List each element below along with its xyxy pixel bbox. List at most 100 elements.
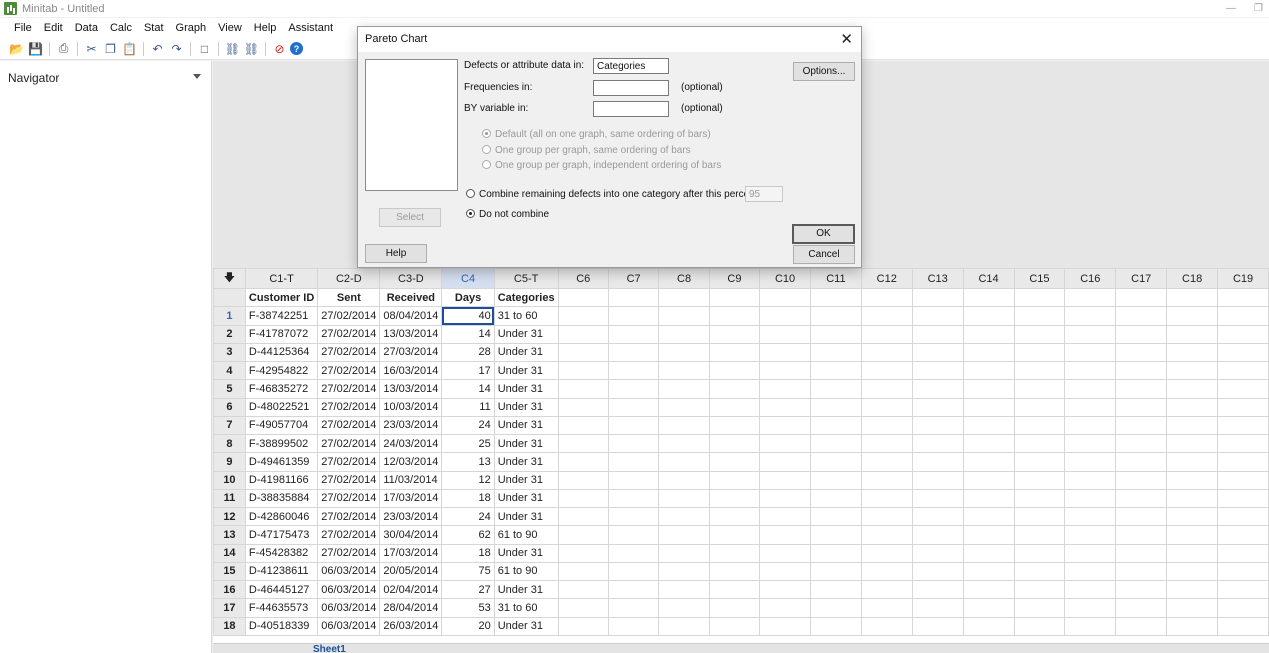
table-cell[interactable] <box>1217 579 1269 600</box>
table-cell[interactable] <box>658 324 710 344</box>
table-cell[interactable] <box>607 452 660 472</box>
table-cell[interactable] <box>607 415 660 436</box>
column-header[interactable]: C8 <box>658 268 710 289</box>
table-cell[interactable] <box>1217 324 1269 344</box>
table-cell[interactable] <box>1115 598 1168 618</box>
table-cell[interactable]: Under 31 <box>493 616 559 636</box>
row-number[interactable]: 15 <box>213 561 246 582</box>
table-cell[interactable] <box>557 324 609 344</box>
table-cell[interactable] <box>860 415 913 436</box>
column-header[interactable]: C13 <box>911 268 964 289</box>
open-folder-icon[interactable]: 📂 <box>8 40 25 57</box>
table-cell[interactable] <box>708 306 761 326</box>
table-cell[interactable] <box>810 397 862 417</box>
table-cell[interactable] <box>911 561 964 582</box>
column-header[interactable]: C19 <box>1217 268 1269 289</box>
cancel-button[interactable]: Cancel <box>793 245 855 264</box>
menu-data[interactable]: Data <box>69 22 104 34</box>
table-cell[interactable] <box>759 525 812 545</box>
table-cell[interactable]: Under 31 <box>493 415 559 436</box>
table-cell[interactable] <box>810 561 862 582</box>
menu-graph[interactable]: Graph <box>170 22 213 34</box>
table-cell[interactable] <box>911 506 964 527</box>
table-cell[interactable] <box>1217 543 1269 563</box>
table-cell[interactable] <box>1064 397 1117 417</box>
table-cell[interactable] <box>911 324 964 344</box>
table-cell[interactable] <box>1013 470 1066 490</box>
table-cell[interactable] <box>607 306 660 326</box>
table-cell[interactable] <box>708 397 761 417</box>
table-cell[interactable]: F-38742251 <box>244 306 319 326</box>
table-cell[interactable] <box>860 306 913 326</box>
table-cell[interactable] <box>911 488 964 509</box>
table-cell[interactable] <box>708 324 761 344</box>
table-cell[interactable] <box>607 379 660 399</box>
table-cell[interactable] <box>1013 506 1066 527</box>
table-cell[interactable] <box>911 342 964 363</box>
table-cell[interactable] <box>607 561 660 582</box>
table-cell[interactable] <box>1217 306 1269 326</box>
table-cell[interactable] <box>658 306 710 326</box>
table-cell[interactable] <box>1166 488 1219 509</box>
table-cell[interactable]: Under 31 <box>493 433 559 454</box>
table-cell[interactable] <box>962 470 1015 490</box>
table-cell[interactable] <box>607 543 660 563</box>
table-cell[interactable] <box>607 324 660 344</box>
table-cell[interactable] <box>810 488 862 509</box>
table-cell[interactable] <box>1115 525 1168 545</box>
table-cell[interactable] <box>962 561 1015 582</box>
table-cell[interactable]: D-48022521 <box>244 397 319 417</box>
table-cell[interactable] <box>1166 306 1219 326</box>
table-cell[interactable] <box>607 488 660 509</box>
table-cell[interactable] <box>1217 397 1269 417</box>
table-cell[interactable] <box>860 543 913 563</box>
table-cell[interactable]: 11/03/2014 <box>379 470 443 490</box>
row-number[interactable]: 18 <box>213 616 246 636</box>
table-cell[interactable]: 31 to 60 <box>493 598 559 618</box>
help-button[interactable]: Help <box>365 244 427 263</box>
table-cell[interactable]: 27/02/2014 <box>317 525 381 545</box>
table-cell[interactable] <box>860 397 913 417</box>
table-cell[interactable] <box>810 306 862 326</box>
table-cell[interactable] <box>607 506 660 527</box>
column-header[interactable]: C12 <box>860 268 913 289</box>
table-cell[interactable] <box>658 506 710 527</box>
column-name[interactable] <box>860 287 913 308</box>
menu-calc[interactable]: Calc <box>104 22 138 34</box>
table-cell[interactable] <box>1217 525 1269 545</box>
table-cell[interactable] <box>658 616 710 636</box>
table-cell[interactable]: Under 31 <box>493 506 559 527</box>
column-name[interactable]: Received <box>379 287 443 308</box>
table-cell[interactable]: 27/02/2014 <box>317 543 381 563</box>
table-cell[interactable]: 31 to 60 <box>493 306 559 326</box>
table-cell[interactable] <box>658 342 710 363</box>
menu-file[interactable]: File <box>8 22 38 34</box>
table-cell[interactable]: Under 31 <box>493 452 559 472</box>
column-name[interactable]: Categories <box>493 287 559 308</box>
table-cell[interactable] <box>1013 561 1066 582</box>
table-cell[interactable] <box>557 561 609 582</box>
column-header[interactable]: C1-T <box>244 268 319 289</box>
table-cell[interactable]: 06/03/2014 <box>317 616 381 636</box>
table-cell[interactable]: 17/03/2014 <box>379 488 443 509</box>
table-cell[interactable] <box>1166 360 1219 381</box>
table-cell[interactable]: 12 <box>441 470 495 490</box>
ok-button[interactable]: OK <box>792 224 855 244</box>
table-cell[interactable]: 06/03/2014 <box>317 579 381 600</box>
save-icon[interactable]: 💾 <box>27 40 44 57</box>
table-cell[interactable] <box>1115 306 1168 326</box>
table-cell[interactable] <box>557 342 609 363</box>
table-cell[interactable]: 24 <box>441 506 495 527</box>
table-cell[interactable] <box>860 579 913 600</box>
table-cell[interactable]: 23/03/2014 <box>379 415 443 436</box>
table-cell[interactable] <box>911 397 964 417</box>
table-cell[interactable]: Under 31 <box>493 342 559 363</box>
column-name[interactable] <box>962 287 1015 308</box>
table-cell[interactable] <box>911 598 964 618</box>
table-cell[interactable] <box>557 598 609 618</box>
table-cell[interactable]: 75 <box>441 561 495 582</box>
table-cell[interactable] <box>911 360 964 381</box>
table-cell[interactable]: 27 <box>441 579 495 600</box>
table-cell[interactable] <box>1064 306 1117 326</box>
table-cell[interactable] <box>962 306 1015 326</box>
